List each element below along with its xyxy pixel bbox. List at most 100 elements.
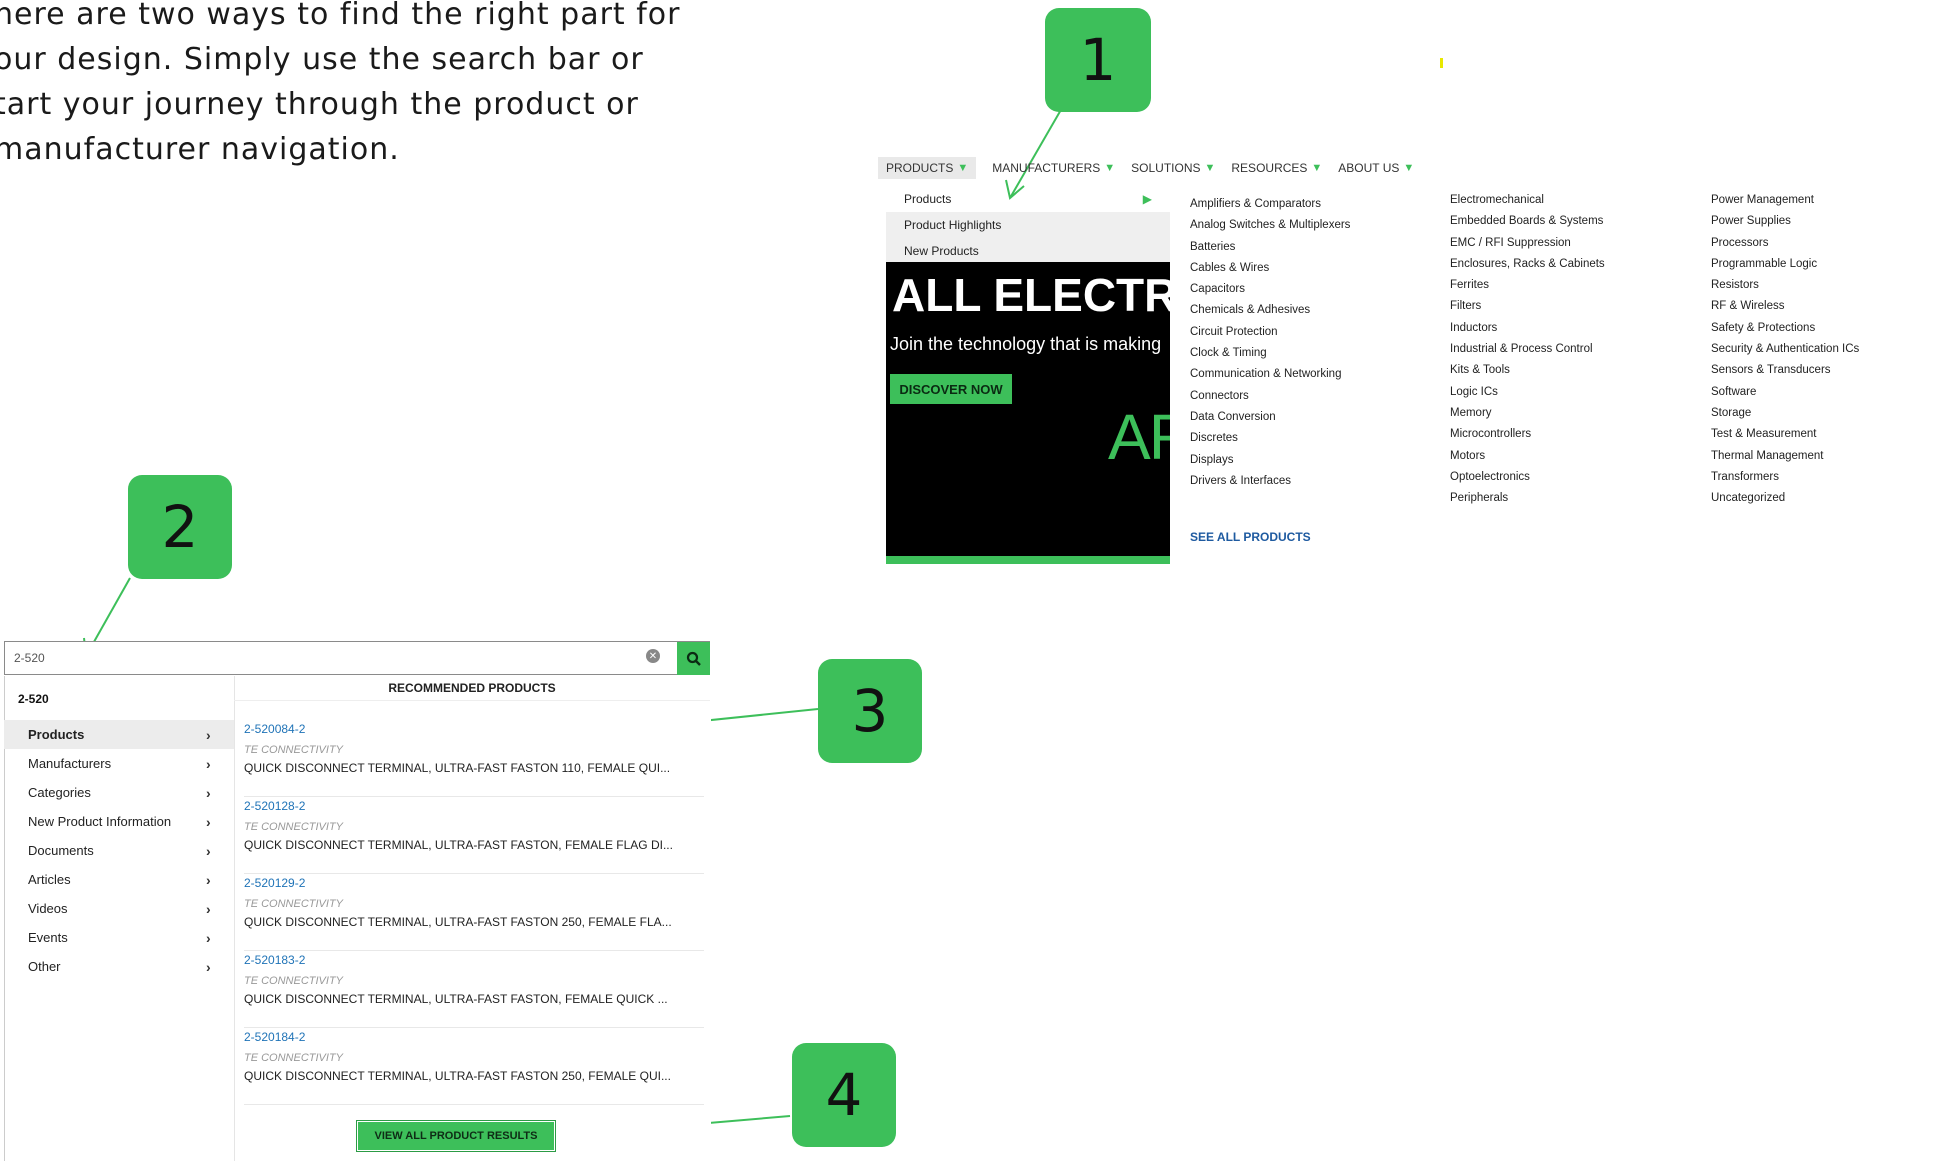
category-link[interactable]: Enclosures, Racks & Cabinets (1450, 254, 1605, 275)
search-category-item[interactable]: Categories › (4, 778, 234, 807)
result-part-number[interactable]: 2-520084-2 (244, 722, 305, 736)
result-part-number[interactable]: 2-520183-2 (244, 953, 305, 967)
search-category-label: Manufacturers (28, 756, 112, 771)
category-column-1: Amplifiers & Comparators Analog Switches … (1190, 194, 1350, 492)
category-link[interactable]: Ferrites (1450, 275, 1605, 296)
result-item[interactable]: 2-520184-2 TE CONNECTIVITY QUICK DISCONNEC… (244, 1030, 704, 1105)
clear-icon[interactable]: ✕ (646, 649, 660, 663)
category-link[interactable]: Amplifiers & Comparators (1190, 194, 1350, 215)
category-link[interactable]: Optoelectronics (1450, 467, 1605, 488)
category-link[interactable]: Memory (1450, 403, 1605, 424)
search-button[interactable] (677, 642, 710, 675)
category-link[interactable]: Batteries (1190, 237, 1350, 258)
caret-down-icon: ▼ (1311, 162, 1323, 174)
category-link[interactable]: Safety & Protections (1711, 318, 1859, 339)
category-link[interactable]: Peripherals (1450, 488, 1605, 509)
search-category-item[interactable]: Events › (4, 923, 234, 952)
chevron-right-icon: › (206, 929, 211, 946)
category-link[interactable]: Processors (1711, 233, 1859, 254)
category-link[interactable]: Cables & Wires (1190, 258, 1350, 279)
category-link[interactable]: Storage (1711, 403, 1859, 424)
recommended-heading: RECOMMENDED PRODUCTS (234, 676, 710, 701)
search-category-label: Articles (28, 872, 71, 887)
search-category-label: Other (28, 959, 61, 974)
search-category-item[interactable]: New Product Information › (4, 807, 234, 836)
search-category-item[interactable]: Articles › (4, 865, 234, 894)
result-part-number[interactable]: 2-520184-2 (244, 1030, 305, 1044)
chevron-right-icon: › (206, 726, 211, 743)
category-link[interactable]: Embedded Boards & Systems (1450, 211, 1605, 232)
callout-badge-1: 1 (1045, 8, 1151, 112)
caret-down-icon: ▼ (957, 162, 969, 174)
result-manufacturer: TE CONNECTIVITY (244, 821, 344, 833)
category-link[interactable]: Displays (1190, 450, 1350, 471)
caret-right-icon: ▶ (1142, 192, 1152, 206)
category-link[interactable]: Test & Measurement (1711, 424, 1859, 445)
result-item[interactable]: 2-520129-2 TE CONNECTIVITY QUICK DISCONNEC… (244, 876, 704, 951)
category-link[interactable]: Software (1711, 382, 1859, 403)
result-manufacturer: TE CONNECTIVITY (244, 975, 344, 987)
category-link[interactable]: RF & Wireless (1711, 296, 1859, 317)
category-link[interactable]: Electromechanical (1450, 190, 1605, 211)
callout-badge-3: 3 (818, 659, 922, 763)
result-item[interactable]: 2-520084-2 TE CONNECTIVITY QUICK DISCONNEC… (244, 722, 704, 797)
category-link[interactable]: Filters (1450, 296, 1605, 317)
category-link[interactable]: Capacitors (1190, 279, 1350, 300)
search-category-item[interactable]: Manufacturers › (4, 749, 234, 778)
nav-products[interactable]: PRODUCTS ▼ (878, 157, 977, 179)
category-link[interactable]: Motors (1450, 446, 1605, 467)
category-link[interactable]: Chemicals & Adhesives (1190, 300, 1350, 321)
chevron-right-icon: › (206, 842, 211, 859)
see-all-products-link[interactable]: SEE ALL PRODUCTS (1190, 530, 1311, 544)
category-link[interactable]: Power Supplies (1711, 211, 1859, 232)
result-part-number[interactable]: 2-520129-2 (244, 876, 305, 890)
submenu-item-products[interactable]: Products ▶ (886, 186, 1170, 212)
view-all-results-button[interactable]: VIEW ALL PRODUCT RESULTS (358, 1122, 554, 1150)
category-link[interactable]: Kits & Tools (1450, 360, 1605, 381)
hero-title: ALL ELECTRIC (892, 269, 1170, 321)
hero-partial-text: ARI (1108, 401, 1170, 473)
search-category-item[interactable]: Videos › (4, 894, 234, 923)
category-link[interactable]: Programmable Logic (1711, 254, 1859, 275)
category-link[interactable]: Discretes (1190, 428, 1350, 449)
submenu-item-new-products[interactable]: New Products (886, 238, 1170, 264)
category-link[interactable]: Data Conversion (1190, 407, 1350, 428)
category-link[interactable]: Uncategorized (1711, 488, 1859, 509)
category-link[interactable]: Analog Switches & Multiplexers (1190, 215, 1350, 236)
nav-solutions[interactable]: SOLUTIONS ▼ (1131, 161, 1215, 175)
category-link[interactable]: Inductors (1450, 318, 1605, 339)
result-description: QUICK DISCONNECT TERMINAL, ULTRA-FAST FA… (244, 1069, 671, 1083)
products-submenu: Products ▶ Product Highlights New Product… (886, 186, 1170, 264)
search-input[interactable] (14, 651, 614, 665)
nav-resources[interactable]: RESOURCES ▼ (1231, 161, 1322, 175)
search-category-item[interactable]: Products › (4, 720, 234, 749)
category-link[interactable]: Security & Authentication ICs (1711, 339, 1859, 360)
category-link[interactable]: Connectors (1190, 386, 1350, 407)
result-item[interactable]: 2-520128-2 TE CONNECTIVITY QUICK DISCONNEC… (244, 799, 704, 874)
category-column-3: Power Management Power Supplies Processors… (1711, 190, 1859, 509)
result-manufacturer: TE CONNECTIVITY (244, 1052, 344, 1064)
arrow-1-line (1009, 107, 1063, 199)
category-link[interactable]: Industrial & Process Control (1450, 339, 1605, 360)
nav-about-us[interactable]: ABOUT US ▼ (1338, 161, 1414, 175)
category-link[interactable]: Logic ICs (1450, 382, 1605, 403)
result-part-number[interactable]: 2-520128-2 (244, 799, 305, 813)
category-link[interactable]: Resistors (1711, 275, 1859, 296)
category-link[interactable]: Thermal Management (1711, 446, 1859, 467)
submenu-item-product-highlights[interactable]: Product Highlights (886, 212, 1170, 238)
category-link[interactable]: EMC / RFI Suppression (1450, 233, 1605, 254)
result-item[interactable]: 2-520183-2 TE CONNECTIVITY QUICK DISCONNEC… (244, 953, 704, 1028)
category-link[interactable]: Sensors & Transducers (1711, 360, 1859, 381)
category-link[interactable]: Clock & Timing (1190, 343, 1350, 364)
search-category-item[interactable]: Documents › (4, 836, 234, 865)
category-link[interactable]: Power Management (1711, 190, 1859, 211)
nav-manufacturers[interactable]: MANUFACTURERS ▼ (992, 161, 1115, 175)
category-link[interactable]: Circuit Protection (1190, 322, 1350, 343)
callout-badge-2: 2 (128, 475, 232, 579)
search-category-item[interactable]: Other › (4, 952, 234, 981)
category-link[interactable]: Drivers & Interfaces (1190, 471, 1350, 492)
discover-now-button[interactable]: DISCOVER NOW (890, 374, 1012, 404)
category-link[interactable]: Microcontrollers (1450, 424, 1605, 445)
category-link[interactable]: Communication & Networking (1190, 364, 1350, 385)
category-link[interactable]: Transformers (1711, 467, 1859, 488)
